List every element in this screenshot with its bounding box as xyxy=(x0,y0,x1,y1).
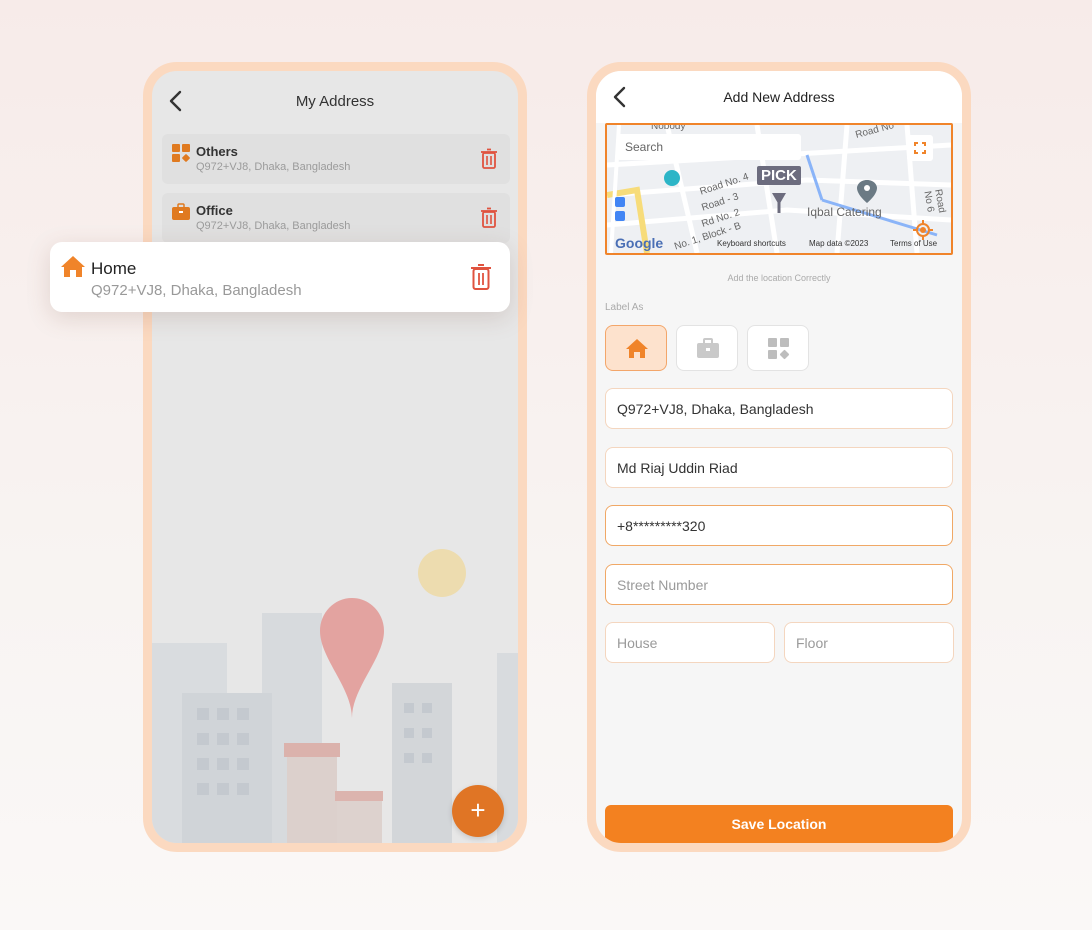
grid-icon xyxy=(172,144,190,162)
home-icon xyxy=(61,256,85,277)
map-view[interactable]: Nobody Road No Road No. 4 Road - 3 Rd No… xyxy=(605,123,953,255)
map-hint: Add the location Correctly xyxy=(727,273,831,283)
my-location-icon[interactable] xyxy=(913,220,933,240)
fullscreen-button[interactable] xyxy=(907,135,933,161)
briefcase-icon xyxy=(172,203,190,220)
phone-field[interactable]: +8*********320 xyxy=(605,505,953,546)
address-text: Q972+VJ8, Dhaka, Bangladesh xyxy=(196,161,351,173)
map-footer: Keyboard shortcuts Map data ©2023 Terms … xyxy=(607,239,951,251)
save-location-button[interactable]: Save Location xyxy=(605,805,953,843)
pick-location-pin[interactable]: PICK xyxy=(757,166,801,185)
add-address-screen: Add New Address Nobody Road No Road No. … xyxy=(587,62,971,852)
map-data-text: Map data ©2023 xyxy=(809,239,869,248)
street-number-field[interactable]: Street Number xyxy=(605,564,953,605)
fullscreen-icon xyxy=(914,142,926,154)
header: Add New Address xyxy=(596,71,962,123)
label-office-button[interactable] xyxy=(676,325,738,371)
address-card-others[interactable]: Others Q972+VJ8, Dhaka, Bangladesh xyxy=(162,134,510,184)
trash-icon[interactable] xyxy=(480,207,498,229)
terms-link[interactable]: Terms of Use xyxy=(890,239,937,248)
address-name: Office xyxy=(196,203,233,218)
label-others-button[interactable] xyxy=(747,325,809,371)
address-card-office[interactable]: Office Q972+VJ8, Dhaka, Bangladesh xyxy=(162,193,510,243)
house-field[interactable]: House xyxy=(605,622,775,663)
floor-field[interactable]: Floor xyxy=(784,622,954,663)
map-label: Nobody xyxy=(651,123,686,132)
map-search-input[interactable]: Search xyxy=(617,134,801,160)
address-field[interactable]: Q972+VJ8, Dhaka, Bangladesh xyxy=(605,388,953,429)
map-label: Iqbal Catering xyxy=(807,205,882,219)
address-text: Q972+VJ8, Dhaka, Bangladesh xyxy=(91,282,302,299)
page-title: Add New Address xyxy=(723,89,835,105)
add-address-button[interactable]: + xyxy=(452,785,504,837)
address-name: Others xyxy=(196,144,238,159)
page-title: My Address xyxy=(295,93,375,110)
label-as-heading: Label As xyxy=(605,302,644,313)
header: My Address xyxy=(152,71,518,131)
address-card-home[interactable]: Home Q972+VJ8, Dhaka, Bangladesh xyxy=(50,242,510,312)
trash-icon[interactable] xyxy=(470,263,492,291)
briefcase-icon xyxy=(697,338,719,358)
full-name-field[interactable]: Md Riaj Uddin Riad xyxy=(605,447,953,488)
trash-icon[interactable] xyxy=(480,148,498,170)
address-name: Home xyxy=(91,259,137,278)
label-home-button[interactable] xyxy=(605,325,667,371)
keyboard-shortcuts-link[interactable]: Keyboard shortcuts xyxy=(717,239,786,248)
grid-icon xyxy=(768,338,790,360)
home-icon xyxy=(626,339,648,358)
address-text: Q972+VJ8, Dhaka, Bangladesh xyxy=(196,220,351,232)
my-address-screen: My Address Others Q972+VJ8, Dhaka, Bangl… xyxy=(143,62,527,852)
